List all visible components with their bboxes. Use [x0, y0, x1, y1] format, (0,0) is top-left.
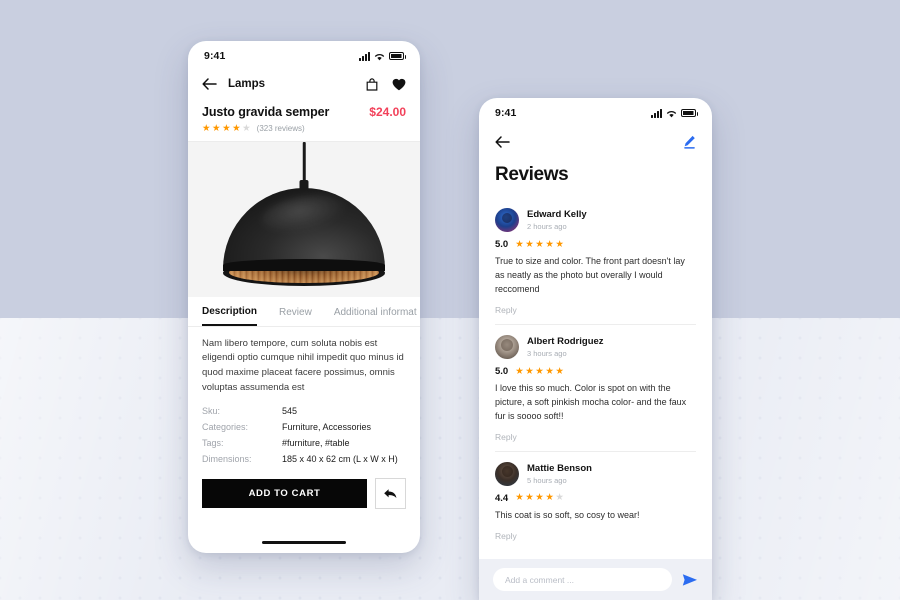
tab-additional-information[interactable]: Additional informat: [334, 307, 417, 325]
product-reviews-count: (323 reviews): [256, 124, 305, 134]
signal-icon: [651, 108, 662, 118]
battery-icon: [389, 52, 406, 60]
signal-icon: [359, 51, 370, 61]
add-to-cart-button[interactable]: ADD TO CART: [202, 479, 367, 509]
nav-title: Lamps: [228, 78, 266, 90]
tab-review[interactable]: Review: [279, 307, 312, 325]
spec-value: Furniture, Accessories: [282, 422, 372, 433]
product-tabs: Description Review Additional informat: [188, 297, 420, 327]
status-icon-group: [651, 108, 698, 118]
reply-link[interactable]: Reply: [495, 432, 696, 442]
review-stars: ★ ★ ★ ★ ★: [515, 492, 564, 504]
comment-bar: [479, 559, 712, 600]
reviews-status-bar: 9:41: [479, 98, 712, 124]
avatar: [495, 461, 519, 486]
review-score: 4.4: [495, 492, 509, 504]
review-stars: ★ ★ ★ ★ ★: [515, 365, 564, 377]
reply-link[interactable]: Reply: [495, 305, 696, 315]
avatar: [495, 334, 519, 359]
product-specs-table: Sku: 545 Categories: Furniture, Accessor…: [188, 395, 420, 464]
spec-row-dimensions: Dimensions: 185 x 40 x 62 cm (L x W x H): [202, 454, 406, 464]
lamp-rim-lip: [223, 258, 385, 271]
screenshot-canvas: 9:41 Lamps Justo gravida semper $24.00 ★…: [0, 0, 900, 600]
reviews-nav-bar: [479, 124, 712, 158]
spec-label: Dimensions:: [202, 454, 252, 465]
review-text: True to size and color. The front part d…: [495, 256, 685, 294]
spec-row-tags: Tags: #furniture, #table: [202, 438, 406, 448]
product-title: Justo gravida semper: [202, 105, 330, 119]
reviewer-name: Edward Kelly: [527, 209, 587, 220]
send-paper-plane-icon[interactable]: [682, 573, 698, 587]
page-title: Reviews: [495, 164, 569, 185]
avatar: [495, 208, 519, 232]
shopping-bag-icon[interactable]: [366, 77, 378, 91]
product-price: $24.00: [369, 105, 406, 119]
review-timestamp: 3 hours ago: [527, 348, 567, 358]
wifi-icon: [666, 110, 677, 117]
product-phone-mockup: 9:41 Lamps Justo gravida semper $24.00 ★…: [188, 41, 420, 553]
reviewer-name: Mattie Benson: [527, 462, 592, 474]
background-dot-grid: [0, 318, 900, 600]
review-text: This coat is so soft, so cosy to wear!: [495, 509, 640, 520]
review-item: Mattie Benson 5 hours ago 4.4 ★ ★ ★ ★ ★ This…: [495, 452, 696, 550]
product-status-bar: 9:41: [188, 41, 420, 67]
review-item: Edward Kelly 2 hours ago 5.0 ★ ★ ★ ★ ★ True …: [495, 198, 696, 325]
reply-arrow-icon[interactable]: [375, 478, 406, 510]
spec-label: Categories:: [202, 422, 249, 433]
battery-icon: [681, 109, 698, 117]
review-text: I love this so much. Color is spot on wi…: [495, 382, 687, 421]
spec-value: #furniture, #table: [282, 438, 350, 449]
review-item: Albert Rodriguez 3 hours ago 5.0 ★ ★ ★ ★ ★ I…: [495, 325, 696, 452]
spec-value: 545: [282, 406, 298, 417]
review-timestamp: 5 hours ago: [527, 475, 567, 485]
product-action-row: ADD TO CART: [188, 470, 420, 510]
review-score: 5.0: [495, 239, 509, 250]
product-header: Justo gravida semper $24.00 ★ ★ ★ ★ ★ (323 r…: [188, 101, 420, 141]
reviews-phone-mockup: 9:41 Reviews Edward Kelly 2 hours ago 5.…: [479, 98, 712, 600]
review-score: 5.0: [495, 365, 509, 377]
status-icon-group: [359, 51, 406, 61]
reply-link[interactable]: Reply: [495, 531, 696, 541]
comment-input[interactable]: [493, 568, 672, 591]
arrow-left-icon[interactable]: [202, 78, 217, 90]
home-indicator: [262, 540, 346, 544]
status-time: 9:41: [495, 107, 517, 119]
tab-description[interactable]: Description: [202, 306, 258, 326]
spec-value: 185 x 40 x 62 cm (L x W x H): [282, 454, 398, 465]
product-description: Nam libero tempore, cum soluta nobis est…: [202, 337, 404, 393]
wifi-icon: [374, 53, 385, 60]
review-stars: ★ ★ ★ ★ ★: [515, 238, 564, 250]
reviews-list: Edward Kelly 2 hours ago 5.0 ★ ★ ★ ★ ★ True …: [479, 198, 712, 550]
product-rating-stars: ★ ★ ★ ★ ★: [202, 123, 251, 134]
product-image: [188, 141, 420, 297]
status-time: 9:41: [204, 50, 226, 62]
pencil-edit-icon[interactable]: [683, 135, 696, 149]
background-top-band: [0, 0, 900, 318]
spec-row-sku: Sku: 545: [202, 406, 406, 416]
arrow-left-icon[interactable]: [495, 136, 510, 148]
reviewer-name: Albert Rodriguez: [527, 335, 604, 347]
spec-row-categories: Categories: Furniture, Accessories: [202, 422, 406, 432]
lamp-cord: [302, 141, 306, 182]
spec-label: Sku:: [202, 406, 221, 417]
heart-filled-icon[interactable]: [392, 78, 406, 91]
review-timestamp: 2 hours ago: [527, 222, 567, 231]
product-nav-bar: Lamps: [188, 67, 420, 101]
spec-label: Tags:: [202, 438, 224, 449]
